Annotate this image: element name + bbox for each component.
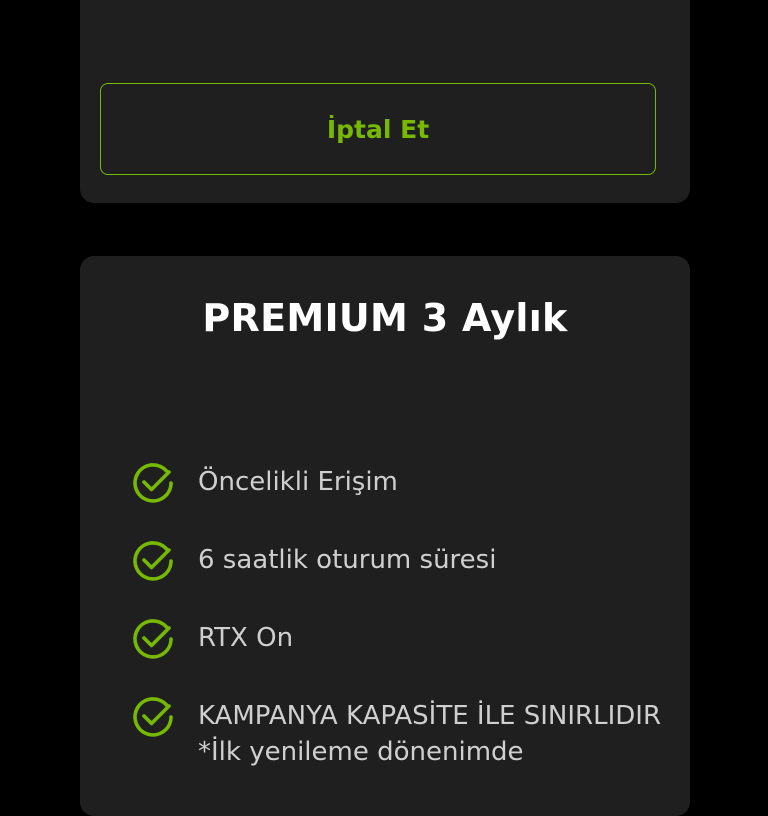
check-circle-icon	[133, 541, 173, 581]
feature-text: Öncelikli Erişim	[198, 467, 398, 497]
subscription-card-top: İptal Et	[80, 0, 690, 203]
cancel-button-label: İptal Et	[326, 114, 430, 144]
check-circle-icon	[133, 697, 173, 737]
feature-item: KAMPANYA KAPASİTE İLE SINIRLIDIR *İlk ye…	[130, 697, 668, 770]
plan-card: PREMIUM 3 Aylık Öncelikli Erişim 6 saatl…	[80, 256, 690, 816]
plan-title: PREMIUM 3 Aylık	[202, 296, 568, 340]
feature-item: Öncelikli Erişim	[130, 463, 668, 506]
feature-text: RTX On	[198, 623, 294, 653]
check-circle-icon	[133, 463, 173, 503]
feature-item: RTX On	[130, 619, 668, 662]
cancel-button[interactable]: İptal Et	[100, 83, 656, 175]
feature-text: 6 saatlik oturum süresi	[198, 545, 497, 575]
feature-text: KAMPANYA KAPASİTE İLE SINIRLIDIR *İlk ye…	[198, 701, 662, 767]
feature-item: 6 saatlik oturum süresi	[130, 541, 668, 584]
check-circle-icon	[133, 619, 173, 659]
